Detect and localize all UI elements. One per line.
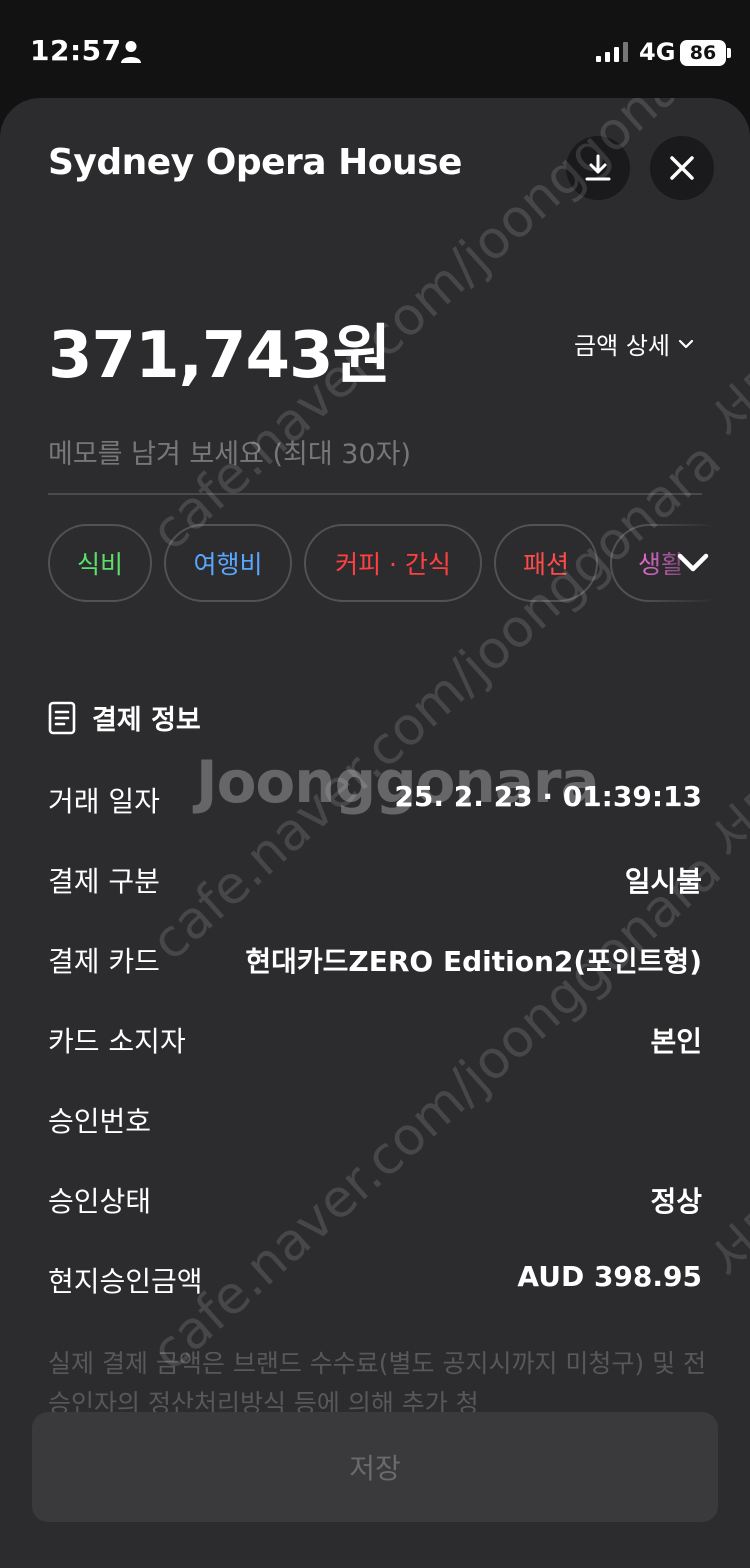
info-row-approval-number: 승인번호 — [48, 1100, 702, 1140]
bottom-safe-area — [0, 1522, 750, 1568]
info-value: 일시불 — [624, 865, 702, 898]
info-row-payment-type: 결제 구분 일시불 — [48, 860, 702, 900]
download-button[interactable] — [566, 136, 630, 200]
chip-label: 패션 — [522, 550, 569, 579]
info-value: 25. 2. 23 · 01:39:13 — [394, 780, 702, 813]
payment-notice: 실제 결제 금액은 브랜드 수수료(별도 공지시까지 미청구) 및 전승인자의 … — [48, 1349, 707, 1418]
status-bar: 12:57 4G 86 — [0, 0, 750, 100]
info-value: 본인 — [650, 1025, 702, 1058]
amount-value: 371,743원 — [48, 319, 391, 393]
chip-label: 여행비 — [193, 550, 263, 579]
close-button[interactable] — [650, 136, 714, 200]
status-time: 12:57 — [30, 34, 122, 67]
info-row-local-amount: 현지승인금액 AUD 398.95 — [48, 1260, 702, 1300]
amount-detail-label: 금액 상세 — [574, 332, 670, 360]
close-icon — [670, 156, 694, 180]
chip-food[interactable]: 식비 — [48, 524, 152, 602]
info-value: AUD 398.95 — [517, 1260, 702, 1293]
chevron-down-icon[interactable] — [676, 548, 710, 578]
payment-info-heading: 결제 정보 — [48, 698, 201, 737]
merchant-title: Sydney Opera House — [48, 142, 462, 183]
watermark-side: 서마나 — [698, 311, 750, 453]
info-value: 현대카드ZERO Edition2(포인트형) — [245, 945, 702, 978]
info-label: 결제 카드 — [48, 945, 160, 978]
info-value: 정상 — [650, 1185, 702, 1218]
signal-icon — [596, 42, 628, 62]
section-title: 결제 정보 — [92, 705, 201, 736]
save-button[interactable]: 저장 — [32, 1412, 718, 1522]
info-label: 승인상태 — [48, 1185, 152, 1218]
info-label: 거래 일자 — [48, 785, 160, 818]
chip-travel[interactable]: 여행비 — [164, 524, 292, 602]
category-chips: 식비 여행비 커피 · 간식 패션 생활 — [48, 524, 750, 604]
chip-coffee-snack[interactable]: 커피 · 간식 — [304, 524, 482, 602]
battery-indicator: 86 — [680, 40, 726, 66]
network-label: 4G — [639, 38, 676, 66]
amount-detail-toggle[interactable]: 금액 상세 — [574, 326, 694, 361]
memo-input[interactable]: 메모를 남겨 보세요 (최대 30자) — [48, 432, 702, 495]
info-label: 현지승인금액 — [48, 1265, 203, 1298]
chip-label: 커피 · 간식 — [335, 550, 451, 579]
info-row-card-holder: 카드 소지자 본인 — [48, 1020, 702, 1060]
info-label: 카드 소지자 — [48, 1025, 186, 1058]
chevron-down-icon — [678, 339, 694, 348]
battery-nub — [727, 48, 731, 58]
info-row-card: 결제 카드 현대카드ZERO Edition2(포인트형) — [48, 940, 702, 980]
receipt-sheet: Sydney Opera House 371,743원 금액 상세 메모를 남겨… — [0, 98, 750, 1568]
download-icon — [585, 154, 611, 181]
info-row-approval-status: 승인상태 정상 — [48, 1180, 702, 1220]
info-row-date: 거래 일자 25. 2. 23 · 01:39:13 — [48, 780, 702, 820]
chip-label: 식비 — [76, 550, 123, 579]
chip-fashion[interactable]: 패션 — [494, 524, 598, 602]
person-icon — [121, 41, 141, 63]
info-label: 결제 구분 — [48, 865, 160, 898]
document-icon — [48, 701, 76, 734]
info-label: 승인번호 — [48, 1105, 152, 1138]
